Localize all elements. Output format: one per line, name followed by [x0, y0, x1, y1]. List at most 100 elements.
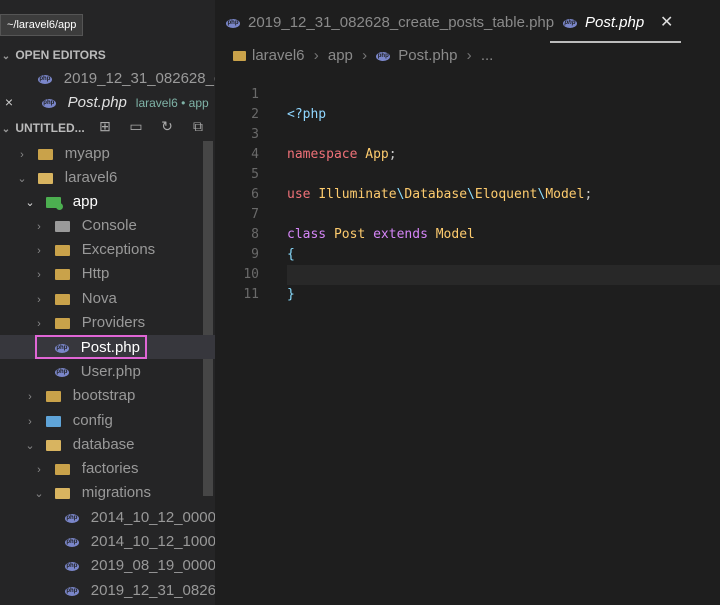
tree-file-migration[interactable]: php 2014_10_12_10000...: [0, 529, 215, 553]
open-editor-label: Post.php: [67, 94, 127, 111]
tree-folder-config[interactable]: › config: [0, 408, 215, 432]
refresh-icon[interactable]: ↻: [158, 118, 176, 135]
folder-icon: [54, 317, 70, 329]
chevron-down-icon: ⌄: [17, 173, 27, 185]
php-file-icon: php: [64, 586, 79, 596]
open-editor-item-migration[interactable]: php 2019_12_31_082628_cr...: [0, 66, 215, 90]
php-file-icon: php: [54, 367, 69, 377]
tree-label: laravel6: [64, 169, 118, 186]
tree-file-user[interactable]: php User.php: [0, 359, 215, 383]
tree-folder-http[interactable]: › Http: [0, 261, 215, 285]
console-folder-icon: [54, 220, 70, 232]
tree-folder-providers[interactable]: › Providers: [0, 310, 215, 334]
new-folder-icon[interactable]: ▭: [127, 118, 145, 135]
tree-label: myapp: [64, 145, 110, 162]
code-line: 9 //: [215, 225, 720, 282]
chevron-right-icon: ›: [37, 294, 41, 306]
tree-label: factories: [81, 460, 139, 477]
folder-open-icon: [45, 439, 61, 451]
open-editor-path: laravel6 • app: [135, 96, 209, 110]
chevron-down-icon: ⌄: [34, 488, 44, 500]
tree-label: 2014_10_12_00000...: [90, 509, 215, 526]
folder-open-icon: [37, 172, 53, 184]
open-editor-item-post[interactable]: × php Post.php laravel6 • app: [0, 90, 215, 114]
open-editors-title: OPEN EDITORS: [15, 48, 106, 62]
chevron-right-icon: ›: [37, 464, 41, 476]
tree-folder-console[interactable]: › Console: [0, 213, 215, 237]
breadcrumb-item[interactable]: ...: [481, 47, 494, 64]
open-editor-label: 2019_12_31_082628_cr...: [63, 70, 215, 87]
code-text: }: [287, 287, 295, 302]
path-tooltip: ~/laravel6/app: [0, 14, 84, 36]
close-tab-icon[interactable]: ✕: [660, 0, 673, 45]
tree-folder-factories[interactable]: › factories: [0, 456, 215, 480]
tree-file-migration[interactable]: php 2014_10_12_00000...: [0, 505, 215, 529]
tree-label: Providers: [81, 314, 146, 331]
tree-folder-myapp[interactable]: › myapp: [0, 141, 215, 165]
tree-label: 2019_08_19_00000...: [90, 557, 215, 574]
explorer-sidebar: ~/laravel6/app R ⌄ OPEN EDITORS php 2019…: [0, 0, 215, 605]
folder-icon: [45, 390, 61, 402]
tree-label: migrations: [81, 484, 151, 501]
folder-icon: [54, 244, 70, 256]
folder-icon: [37, 148, 53, 160]
tab-label: Post.php: [585, 14, 645, 31]
code-line: 6: [215, 165, 720, 202]
close-icon[interactable]: ×: [0, 90, 18, 114]
tree-folder-bootstrap[interactable]: › bootstrap: [0, 383, 215, 407]
tree-folder-nova[interactable]: › Nova: [0, 286, 215, 310]
tree-folder-app[interactable]: ⌄ app: [0, 189, 215, 213]
php-file-icon: php: [64, 561, 79, 571]
code-editor[interactable]: 1 <?php 2 3 namespace App; 4 5 use Illum…: [215, 65, 720, 605]
tree-folder-migrations[interactable]: ⌄ migrations: [0, 480, 215, 504]
tree-label: Nova: [81, 290, 117, 307]
tree-label: database: [72, 436, 135, 453]
tab-migration[interactable]: php 2019_12_31_082628_create_posts_table.…: [226, 0, 554, 44]
workspace-title: UNTITLED...: [15, 121, 85, 135]
tree-file-migration[interactable]: php 2019_12_31_08262...: [0, 578, 215, 602]
active-tab-indicator: [550, 41, 681, 43]
folder-icon: [54, 463, 70, 475]
breadcrumb-item[interactable]: app: [328, 47, 353, 64]
tree-label: 2014_10_12_10000...: [90, 533, 215, 550]
breadcrumb-item[interactable]: laravel6: [252, 47, 305, 64]
current-line-highlight: [287, 265, 720, 285]
tree-folder-database[interactable]: ⌄ database: [0, 432, 215, 456]
chevron-right-icon: ›: [28, 391, 32, 403]
php-file-icon: php: [41, 98, 56, 108]
line-number: 11: [243, 287, 259, 302]
tree-file-migration[interactable]: php 2019_08_19_00000...: [0, 553, 215, 577]
tree-label: bootstrap: [72, 387, 136, 404]
chevron-right-icon: ›: [37, 269, 41, 281]
php-file-icon: php: [64, 537, 79, 547]
code-line: 3 namespace App;: [215, 105, 720, 162]
chevron-down-icon: ⌄: [25, 197, 35, 209]
chevron-right-icon: ›: [466, 47, 472, 64]
editor-tabs: php 2019_12_31_082628_create_posts_table.…: [215, 0, 720, 45]
explorer-actions: ⊞ ▭ ↻ ⧉: [96, 118, 207, 135]
selection-highlight: [35, 335, 147, 359]
code-line: 1 <?php: [215, 65, 720, 122]
tab-post[interactable]: php Post.php: [563, 0, 644, 44]
tree-folder-exceptions[interactable]: › Exceptions: [0, 237, 215, 261]
code-line: 7 class Post extends Model: [215, 185, 720, 242]
tree-label: Exceptions: [81, 241, 156, 258]
php-file-icon: php: [37, 74, 52, 84]
code-line: 5 use Illuminate\Database\Eloquent\Model…: [215, 145, 720, 202]
new-file-icon[interactable]: ⊞: [96, 118, 114, 135]
tab-label: 2019_12_31_082628_create_posts_table.php: [248, 14, 555, 31]
code-line: 4: [215, 125, 720, 162]
tree-label: User.php: [80, 363, 141, 380]
php-file-icon: php: [376, 51, 391, 61]
php-file-icon: php: [226, 18, 240, 28]
collapse-all-icon[interactable]: ⧉: [189, 118, 207, 135]
chevron-down-icon: ⌄: [1, 124, 11, 135]
folder-open-icon: [54, 487, 70, 499]
code-line-current: 11: [215, 265, 720, 302]
chevron-down-icon: ⌄: [25, 440, 35, 452]
tree-folder-laravel6[interactable]: ⌄ laravel6: [0, 165, 215, 189]
breadcrumb-item[interactable]: Post.php: [398, 47, 457, 64]
open-editors-header[interactable]: ⌄ OPEN EDITORS: [0, 44, 215, 66]
tree-label: Http: [81, 265, 110, 282]
tree-label: app: [72, 193, 98, 210]
